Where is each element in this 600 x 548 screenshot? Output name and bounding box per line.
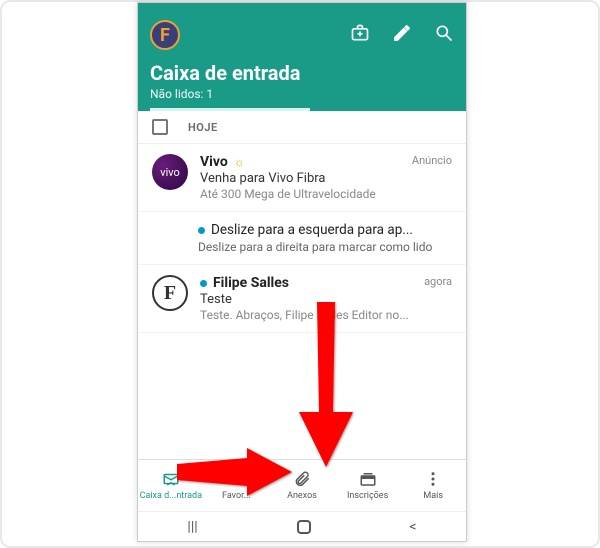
mail-time: agora xyxy=(424,275,452,288)
nav-label: Mais xyxy=(423,491,443,501)
recent-apps-button[interactable]: ||| xyxy=(187,519,197,535)
account-avatar[interactable]: F xyxy=(150,20,180,50)
swipe-tip[interactable]: Deslize para a esquerda para ap... Desli… xyxy=(138,212,466,265)
unread-dot-icon xyxy=(198,227,205,234)
nav-attachments[interactable]: Anexos xyxy=(269,460,335,511)
app-bar: F Caixa de entrada Não lidos: 1 xyxy=(138,11,466,111)
sender-name: Filipe Salles xyxy=(213,275,289,291)
unread-count: Não lidos: 1 xyxy=(150,87,454,101)
sponsored-icon: ☼ xyxy=(234,155,245,169)
phone-screen: F Caixa de entrada Não lidos: 1 xyxy=(137,2,467,542)
mail-item[interactable]: F Filipe Salles Teste Teste. Abraços, Fi… xyxy=(138,265,466,333)
sender-avatar: F xyxy=(152,275,188,311)
ad-badge: Anúncio xyxy=(412,154,452,167)
tip-subtitle: Deslize para a direita para marcar como … xyxy=(198,240,452,254)
home-button[interactable] xyxy=(297,520,311,534)
bottom-nav: Caixa d...ntrada Favor... Anexos Inscriç… xyxy=(138,459,466,511)
mail-item-ad[interactable]: vivo Vivo ☼ Venha para Vivo Fibra Até 30… xyxy=(138,144,466,212)
search-icon[interactable] xyxy=(434,23,454,47)
select-all-checkbox[interactable] xyxy=(152,119,168,135)
nav-inbox[interactable]: Caixa d...ntrada xyxy=(138,460,204,511)
unread-dot-icon xyxy=(200,280,207,287)
nav-label: Inscrições xyxy=(347,491,388,501)
status-bar xyxy=(138,3,466,11)
compose-icon[interactable] xyxy=(392,23,412,47)
nav-favorites[interactable]: Favor... xyxy=(204,460,270,511)
mail-list: vivo Vivo ☼ Venha para Vivo Fibra Até 30… xyxy=(138,144,466,333)
mail-preview: Teste. Abraços, Filipe Salles Editor no.… xyxy=(200,308,452,322)
nav-label: Anexos xyxy=(287,491,317,501)
nav-label: Favor... xyxy=(222,491,251,501)
nav-more[interactable]: Mais xyxy=(400,460,466,511)
sender-avatar: vivo xyxy=(152,154,188,190)
mail-subject: Venha para Vivo Fibra xyxy=(200,171,452,186)
tab-indicator xyxy=(150,108,310,111)
section-label: HOJE xyxy=(188,121,218,134)
sender-name: Vivo xyxy=(200,154,228,170)
system-nav-bar: ||| < xyxy=(138,511,466,541)
mail-subject: Teste xyxy=(200,292,452,307)
mail-preview: Até 300 Mega de Ultravelocidade xyxy=(200,187,452,201)
tutorial-frame: F Caixa de entrada Não lidos: 1 xyxy=(0,0,600,548)
back-button[interactable]: < xyxy=(409,519,416,535)
section-header: HOJE xyxy=(138,111,466,144)
tip-title: Deslize para a esquerda para ap... xyxy=(211,222,413,238)
medkit-icon[interactable] xyxy=(350,23,370,47)
nav-subscriptions[interactable]: Inscrições xyxy=(335,460,401,511)
page-title: Caixa de entrada xyxy=(150,61,454,85)
nav-label: Caixa d...ntrada xyxy=(140,491,202,501)
